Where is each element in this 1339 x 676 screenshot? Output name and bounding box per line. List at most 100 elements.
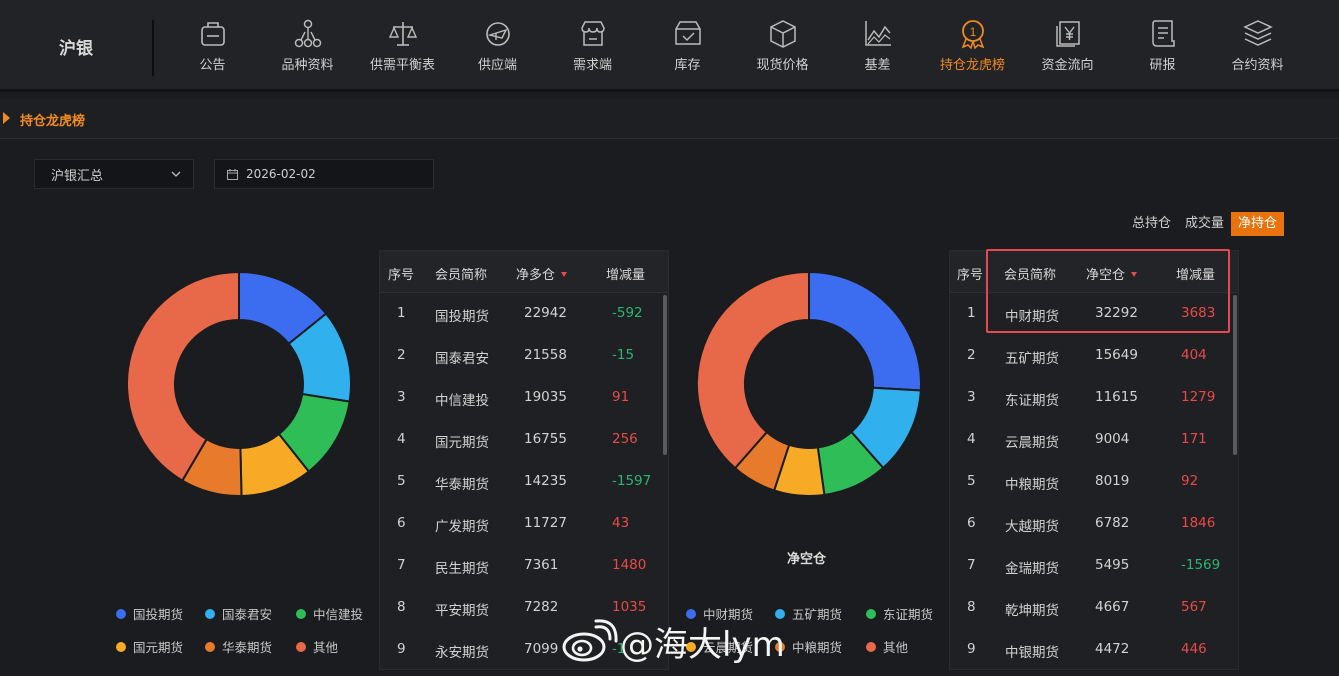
- layers-icon: [1242, 20, 1273, 46]
- cell-change: -1597: [612, 473, 652, 489]
- sort-desc-icon: [1131, 272, 1138, 277]
- table-scrollbar[interactable]: [1233, 295, 1237, 455]
- col-net-short-label: 净空仓: [1086, 268, 1126, 283]
- cell-rank: 4: [967, 431, 976, 447]
- nav-item-3[interactable]: 供应端: [450, 0, 545, 92]
- nav-label: 基差: [864, 58, 891, 73]
- nav-item-2[interactable]: 供需平衡表: [355, 0, 450, 92]
- cell-member: 东证期货: [1005, 393, 1059, 409]
- cell-change: 91: [612, 389, 630, 405]
- table-row[interactable]: 6 广发期货 11727 43: [380, 503, 668, 545]
- toggle-button-2[interactable]: 净持仓: [1231, 212, 1285, 236]
- table-row[interactable]: 7 金瑞期货 5495 -1569: [950, 545, 1238, 587]
- contract-select[interactable]: 沪银汇总: [34, 159, 194, 189]
- table-row[interactable]: 3 东证期货 11615 1279: [950, 377, 1238, 419]
- nav-item-1[interactable]: 品种资料: [260, 0, 355, 92]
- table-row[interactable]: 2 五矿期货 15649 404: [950, 335, 1238, 377]
- legend-dot: [296, 608, 306, 619]
- legend-label: 五矿期货: [792, 607, 843, 622]
- legend-item[interactable]: 国元期货: [116, 637, 183, 656]
- legend-item[interactable]: 其他: [866, 637, 908, 656]
- table-row[interactable]: 6 大越期货 6782 1846: [950, 503, 1238, 545]
- nav-label: 合约资料: [1231, 58, 1284, 73]
- legend-dot: [116, 641, 126, 652]
- cell-change: 1279: [1181, 389, 1216, 405]
- nav-item-0[interactable]: 公告: [165, 0, 260, 92]
- cell-value: 9004: [1095, 431, 1130, 447]
- col-change-header: 增减量: [606, 268, 646, 283]
- cell-change: 1480: [612, 557, 647, 573]
- legend-item[interactable]: 其他: [296, 637, 338, 656]
- nav-item-4[interactable]: 需求端: [545, 0, 640, 92]
- cell-value: 11727: [524, 515, 567, 531]
- cell-member: 金瑞期货: [1005, 561, 1059, 577]
- legend-item[interactable]: 华泰期货: [205, 637, 272, 656]
- legend-item[interactable]: 国投期货: [116, 604, 183, 623]
- legend-item[interactable]: 国泰君安: [205, 604, 272, 623]
- nav-item-11[interactable]: 合约资料: [1210, 0, 1305, 92]
- col-rank-header: 序号: [388, 268, 415, 283]
- legend-item[interactable]: 中粮期货: [775, 637, 842, 656]
- legend-label: 国元期货: [133, 640, 184, 655]
- cell-rank: 3: [967, 389, 976, 405]
- cell-value: 19035: [524, 389, 567, 405]
- section-title: 持仓龙虎榜: [20, 114, 86, 129]
- legend-label: 国投期货: [133, 607, 184, 622]
- col-net-long-header[interactable]: 净多仓: [516, 264, 568, 283]
- nav-menu: 公告 品种资料 供需平衡表 供应端 需求端 库存 现货价格 基差 1 持仓龙虎榜 资金流向 研报 合约资…: [165, 0, 1305, 92]
- date-picker[interactable]: 2026-02-02: [214, 159, 434, 189]
- cell-rank: 7: [967, 557, 976, 573]
- nav-item-10[interactable]: 研报: [1115, 0, 1210, 92]
- cell-member: 民生期货: [435, 561, 489, 577]
- cell-value: 11615: [1095, 389, 1138, 405]
- cell-change: 567: [1181, 599, 1207, 615]
- cell-member: 永安期货: [435, 645, 489, 661]
- svg-text:1: 1: [969, 25, 976, 39]
- cell-change: 1035: [612, 599, 647, 615]
- cell-rank: 8: [967, 599, 976, 615]
- table-row[interactable]: 4 云晨期货 9004 171: [950, 419, 1238, 461]
- col-net-short-header[interactable]: 净空仓: [1086, 264, 1138, 283]
- cell-change: 92: [1181, 473, 1199, 489]
- nav-item-9[interactable]: 资金流向: [1020, 0, 1115, 92]
- cell-member: 乾坤期货: [1005, 603, 1059, 619]
- donut-slice-0[interactable]: [808, 270, 922, 392]
- nav-item-8[interactable]: 1 持仓龙虎榜: [925, 0, 1020, 92]
- table-row[interactable]: 8 乾坤期货 4667 567: [950, 587, 1238, 629]
- cell-member: 中财期货: [1005, 309, 1059, 325]
- table-row[interactable]: 9 中银期货 4472 446: [950, 629, 1238, 669]
- nav-item-5[interactable]: 库存: [640, 0, 735, 92]
- legend-label: 其他: [883, 640, 909, 655]
- table-row[interactable]: 2 国泰君安 21558 -15: [380, 335, 668, 377]
- toggle-button-0[interactable]: 总持仓: [1125, 212, 1179, 236]
- legend-item[interactable]: 五矿期货: [775, 604, 842, 623]
- brand-title: 沪银: [59, 38, 93, 59]
- cell-value: 7282: [524, 599, 559, 615]
- cell-rank: 8: [397, 599, 406, 615]
- cell-rank: 7: [397, 557, 406, 573]
- table-row[interactable]: 5 华泰期货 14235 -1597: [380, 461, 668, 503]
- cell-change: 256: [612, 431, 638, 447]
- cell-rank: 1: [967, 305, 976, 321]
- nav-label: 需求端: [572, 58, 612, 73]
- legend-item[interactable]: 东证期货: [866, 604, 933, 623]
- table-header: 序号 会员简称 净空仓 增减量: [950, 251, 1238, 293]
- table-row[interactable]: 4 国元期货 16755 256: [380, 419, 668, 461]
- net-long-chart-legend: 国投期货 国泰君安 中信建投国元期货 华泰期货 其他: [116, 604, 376, 656]
- table-row[interactable]: 7 民生期货 7361 1480: [380, 545, 668, 587]
- nav-item-7[interactable]: 基差: [830, 0, 925, 92]
- app-root: 沪银 公告 品种资料 供需平衡表 供应端 需求端 库存 现货价格 基差 1 持仓龙虎榜 资金流向 研报…: [0, 0, 1339, 676]
- cell-rank: 5: [397, 473, 406, 489]
- donut-slice-5[interactable]: [696, 270, 810, 470]
- table-row[interactable]: 1 国投期货 22942 -592: [380, 293, 668, 335]
- nav-item-6[interactable]: 现货价格: [735, 0, 830, 92]
- table-row[interactable]: 1 中财期货 32292 3683: [950, 293, 1238, 335]
- table-row[interactable]: 5 中粮期货 8019 92: [950, 461, 1238, 503]
- table-row[interactable]: 3 中信建投 19035 91: [380, 377, 668, 419]
- cell-change: 171: [1181, 431, 1207, 447]
- table-scrollbar[interactable]: [663, 295, 667, 455]
- cell-rank: 1: [397, 305, 406, 321]
- inventory-box-icon: [674, 21, 701, 45]
- legend-item[interactable]: 中信建投: [296, 604, 363, 623]
- toggle-button-1[interactable]: 成交量: [1178, 212, 1232, 236]
